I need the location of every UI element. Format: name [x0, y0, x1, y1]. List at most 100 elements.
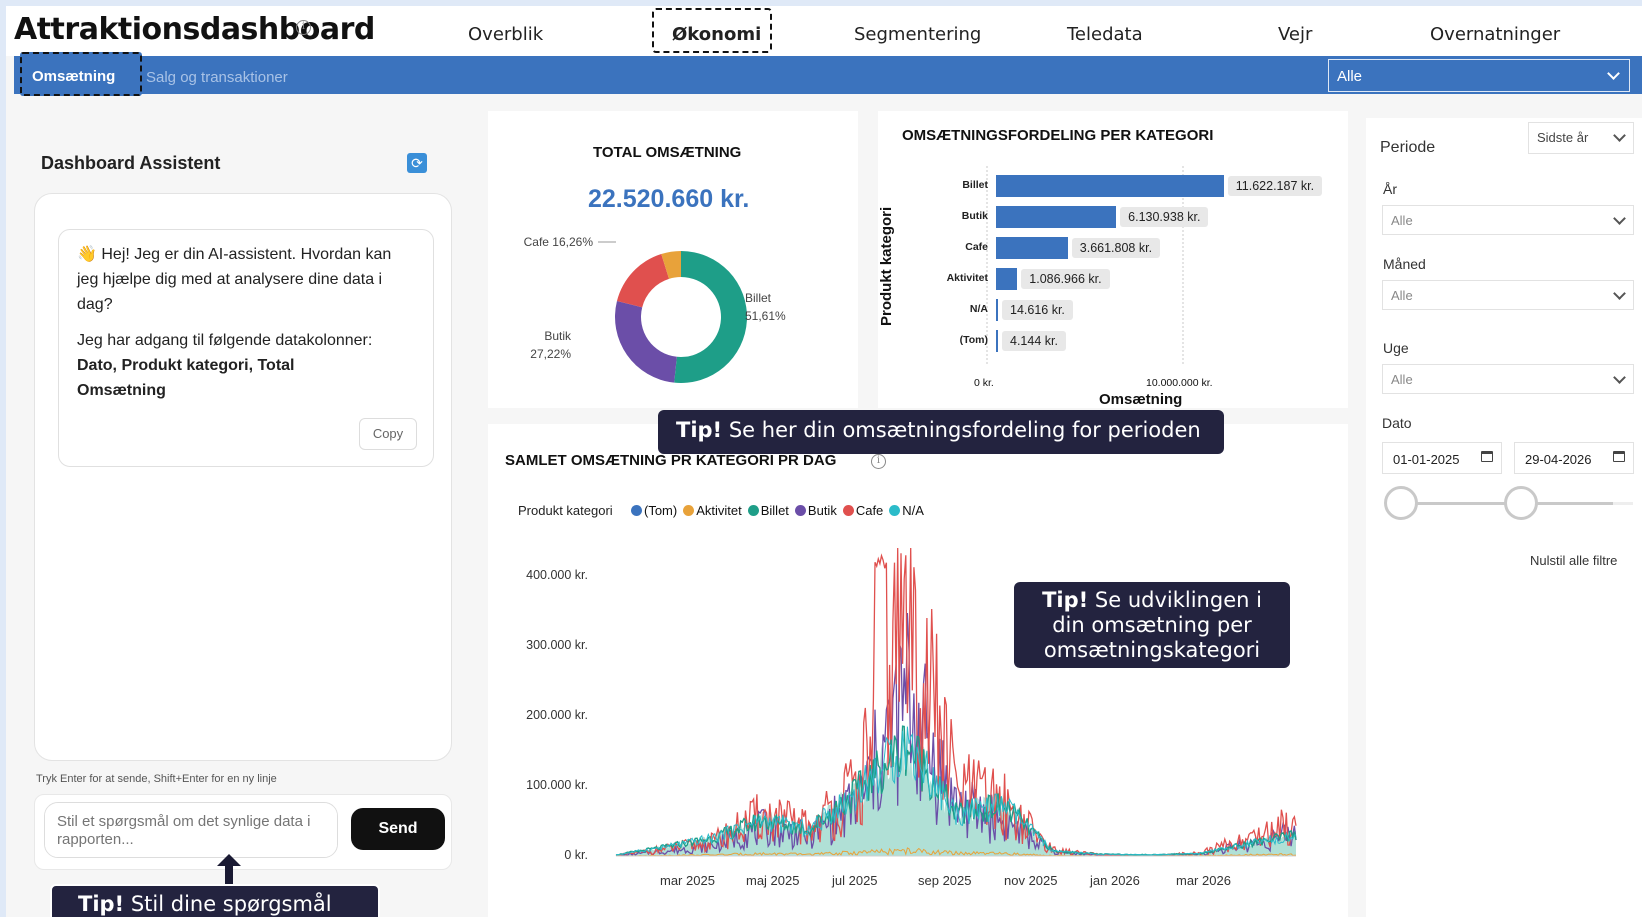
bar-value-label: 6.130.938 kr.: [1120, 207, 1209, 227]
tip-trend: Tip! Se udviklingen i din omsætning per …: [1014, 582, 1290, 668]
bar-(tom)[interactable]: [996, 330, 998, 352]
x-tick-label: mar 2025: [660, 873, 715, 888]
bar-category-label: Aktivitet: [946, 272, 988, 284]
tip-assistant: Tip! Stil dine spørgsmål til: [50, 884, 380, 917]
assistant-columns: Dato, Produkt kategori, Total Omsætning: [77, 357, 295, 399]
nav-overblik[interactable]: Overblik: [468, 24, 543, 45]
x-tick-label: jan 2026: [1090, 873, 1140, 888]
slider-track: [1613, 502, 1633, 505]
chat-input[interactable]: [44, 802, 338, 858]
donut-label-cafe: Cafe 16,26%: [524, 235, 594, 249]
donut-slice-billet: [674, 251, 747, 383]
week-value: Alle: [1391, 372, 1413, 387]
bar-category-label: Cafe: [965, 241, 988, 253]
send-button[interactable]: Send: [351, 808, 445, 850]
y-tick-label: 0 kr.: [564, 848, 588, 862]
chevron-down-icon: [1607, 67, 1620, 80]
reset-filters-button[interactable]: Nulstil alle filtre: [1530, 553, 1617, 568]
refresh-icon[interactable]: ⟳: [407, 153, 427, 173]
assistant-greeting: 👋 Hej! Jeg er din AI-assistent. Hvordan …: [77, 246, 392, 313]
tip-word: Tip!: [676, 418, 723, 442]
bar-value-label: 4.144 kr.: [1002, 331, 1066, 351]
bar-cafe[interactable]: [996, 237, 1068, 259]
nav-okonomi[interactable]: Økonomi: [672, 24, 761, 45]
subtab-omsaetning-label: Omsætning: [32, 68, 116, 85]
top-filter-value: Alle: [1337, 68, 1363, 85]
year-label: År: [1383, 181, 1397, 197]
date-to-input[interactable]: 29-04-2026: [1514, 442, 1634, 474]
chevron-down-icon: [1613, 287, 1626, 300]
bar-xtick-1: 10.000.000 kr.: [1146, 377, 1213, 389]
bar-n/a[interactable]: [996, 299, 998, 321]
year-value: Alle: [1391, 213, 1413, 228]
tip-distribution-text: Se her din omsætningsfordeling for perio…: [728, 418, 1201, 442]
week-label: Uge: [1383, 340, 1409, 356]
bar-billet[interactable]: [996, 175, 1224, 197]
bar-value-label: 1.086.966 kr.: [1021, 269, 1110, 289]
tip-distribution: Tip! Se her din omsætningsfordeling for …: [658, 410, 1224, 454]
x-tick-label: nov 2025: [1004, 873, 1058, 888]
subtab-omsaetning[interactable]: Omsætning: [20, 52, 142, 96]
date-to-value: 29-04-2026: [1525, 452, 1592, 467]
period-value: Sidste år: [1537, 130, 1589, 145]
x-tick-label: maj 2025: [746, 873, 800, 888]
nav-segmentering[interactable]: Segmentering: [854, 24, 981, 45]
subtab-salg[interactable]: Salg og transaktioner: [146, 69, 288, 86]
y-tick-label: 200.000 kr.: [526, 708, 588, 722]
x-tick-label: mar 2026: [1176, 873, 1231, 888]
calendar-icon[interactable]: [1613, 451, 1625, 462]
donut-label-butik: Butik: [544, 329, 572, 343]
bar-chart-xlabel: Omsætning: [1099, 391, 1183, 408]
calendar-icon[interactable]: [1481, 451, 1493, 462]
donut-pct-butik: 27,22%: [530, 347, 571, 361]
arrow-up-icon: [217, 854, 241, 884]
y-tick-label: 300.000 kr.: [526, 638, 588, 652]
y-tick-label: 400.000 kr.: [526, 568, 588, 582]
chevron-down-icon: [1613, 371, 1626, 384]
bar-value-label: 14.616 kr.: [1002, 300, 1073, 320]
y-tick-label: 100.000 kr.: [526, 778, 588, 792]
donut-slice-cafe: [616, 254, 670, 308]
app-title: Attraktionsdashboard: [14, 12, 375, 47]
slider-end-handle[interactable]: [1504, 486, 1538, 520]
dashboard-page: Attraktionsdashboard i Overblik Økonomi …: [6, 6, 1642, 917]
year-select[interactable]: Alle: [1382, 205, 1634, 235]
bar-chart-svg: [986, 166, 1184, 366]
tip-word: Tip!: [1042, 588, 1089, 612]
bar-category-label: Billet: [962, 179, 988, 191]
tip-word: Tip!: [78, 892, 125, 916]
bar-aktivitet[interactable]: [996, 268, 1018, 290]
nav-vejr[interactable]: Vejr: [1278, 24, 1312, 45]
bar-butik[interactable]: [996, 206, 1117, 228]
chevron-down-icon: [1613, 129, 1626, 142]
top-filter-select[interactable]: Alle: [1328, 59, 1630, 92]
slider-start-handle[interactable]: [1384, 486, 1418, 520]
kpi-value: 22.520.660 kr.: [588, 185, 750, 213]
nav-overnatninger[interactable]: Overnatninger: [1430, 24, 1560, 45]
assistant-title: Dashboard Assistent: [41, 153, 221, 173]
month-value: Alle: [1391, 288, 1413, 303]
period-select[interactable]: Sidste år: [1528, 122, 1634, 154]
date-label: Dato: [1382, 415, 1412, 431]
date-from-input[interactable]: 01-01-2025: [1382, 442, 1502, 474]
bar-category-label: N/A: [969, 303, 988, 315]
copy-button[interactable]: Copy: [359, 418, 417, 450]
info-icon[interactable]: i: [296, 20, 311, 35]
assistant-columns-intro: Jeg har adgang til følgende datakolonner…: [77, 332, 373, 349]
date-from-value: 01-01-2025: [1393, 452, 1460, 467]
bar-category-label: (Tom): [959, 334, 988, 346]
month-select[interactable]: Alle: [1382, 280, 1634, 310]
chevron-down-icon: [1613, 212, 1626, 225]
nav-teledata[interactable]: Teledata: [1067, 24, 1143, 45]
input-hint: Tryk Enter for at sende, Shift+Enter for…: [36, 773, 277, 785]
x-tick-label: jul 2025: [832, 873, 878, 888]
x-tick-label: sep 2025: [918, 873, 972, 888]
bar-category-label: Butik: [961, 210, 988, 222]
donut-slice-butik: [615, 301, 677, 383]
top-nav-bar: Attraktionsdashboard i Overblik Økonomi …: [6, 6, 1642, 56]
period-label: Periode: [1380, 139, 1436, 156]
bar-value-label: 3.661.808 kr.: [1071, 238, 1161, 258]
donut-chart: Billet 51,61% Butik 27,22% Cafe 16,26%: [524, 235, 786, 383]
donut-pct-billet: 51,61%: [745, 309, 786, 323]
week-select[interactable]: Alle: [1382, 364, 1634, 394]
